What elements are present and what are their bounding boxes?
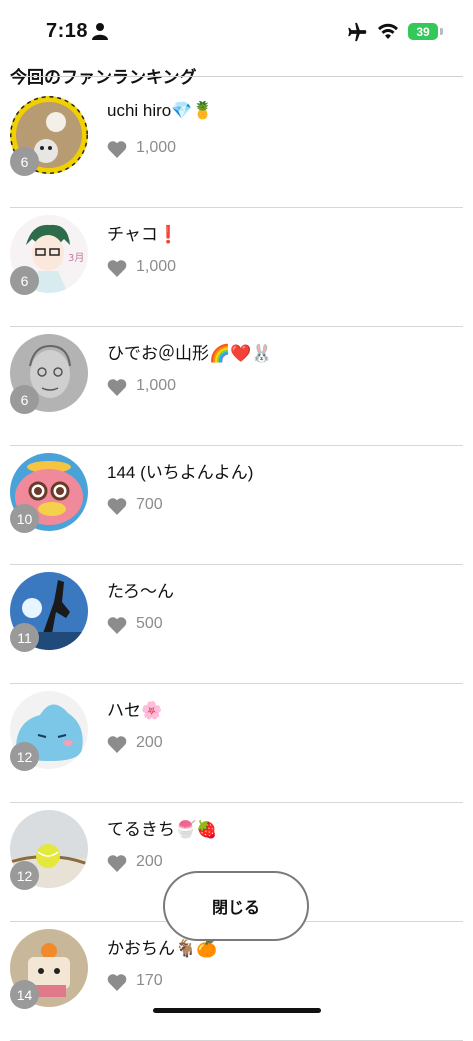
- ranking-row[interactable]: 12 ハセ🌸 200: [10, 684, 463, 803]
- fan-name: 144 (いちよんよん): [107, 463, 254, 482]
- heart-icon: [107, 141, 127, 158]
- rank-badge: 12: [10, 742, 39, 771]
- like-count: 200: [136, 853, 163, 870]
- fan-name: たろ〜ん: [107, 582, 174, 601]
- fan-name: uchi hiro💎🍍: [107, 101, 214, 120]
- ranking-row[interactable]: 10 144 (いちよんよん) 700: [10, 446, 463, 565]
- like-count: 170: [136, 972, 163, 989]
- ranking-row[interactable]: 3月 6 チャコ❗ 1,000: [10, 208, 463, 327]
- battery-indicator: 39: [408, 23, 438, 40]
- fan-name: ひでお＠山形🌈❤️🐰: [107, 344, 273, 363]
- heart-icon: [107, 736, 127, 753]
- like-count: 200: [136, 734, 163, 751]
- like-count: 1,000: [136, 377, 177, 394]
- status-bar: 7:18 39: [0, 0, 473, 62]
- like-count: 1,000: [136, 139, 177, 156]
- ranking-row[interactable]: 11 たろ〜ん 500: [10, 565, 463, 684]
- heart-icon: [107, 379, 127, 396]
- ranking-row[interactable]: 6 uchi hiro💎🍍 1,000: [10, 89, 463, 208]
- fan-name: チャコ❗: [107, 225, 179, 244]
- like-count: 700: [136, 496, 163, 513]
- wifi-icon: [378, 23, 398, 39]
- heart-icon: [107, 617, 127, 634]
- ranking-row[interactable]: 6 ひでお＠山形🌈❤️🐰 1,000: [10, 327, 463, 446]
- heart-icon: [107, 974, 127, 991]
- like-count: 500: [136, 615, 163, 632]
- fan-name: ハセ🌸: [107, 701, 163, 720]
- heart-icon: [107, 498, 127, 515]
- fan-name: てるきち🍧🍓: [107, 820, 218, 839]
- rank-badge: 6: [10, 147, 39, 176]
- close-button[interactable]: 閉じる: [163, 871, 309, 941]
- airplane-icon: [348, 22, 367, 42]
- battery-level: 39: [416, 24, 430, 39]
- rank-badge: 14: [10, 980, 39, 1009]
- rank-badge: 6: [10, 385, 39, 414]
- person-icon: [92, 23, 108, 40]
- heart-icon: [107, 855, 127, 872]
- svg-text:3月: 3月: [68, 252, 84, 264]
- title-divider: [10, 76, 463, 77]
- rank-badge: 6: [10, 266, 39, 295]
- battery-cap: [440, 28, 443, 35]
- home-indicator[interactable]: [153, 1008, 321, 1013]
- rank-badge: 11: [10, 623, 39, 652]
- rank-badge: 10: [10, 504, 39, 533]
- rank-badge: 12: [10, 861, 39, 890]
- like-count: 1,000: [136, 258, 177, 275]
- status-time: 7:18: [46, 20, 89, 42]
- heart-icon: [107, 260, 127, 277]
